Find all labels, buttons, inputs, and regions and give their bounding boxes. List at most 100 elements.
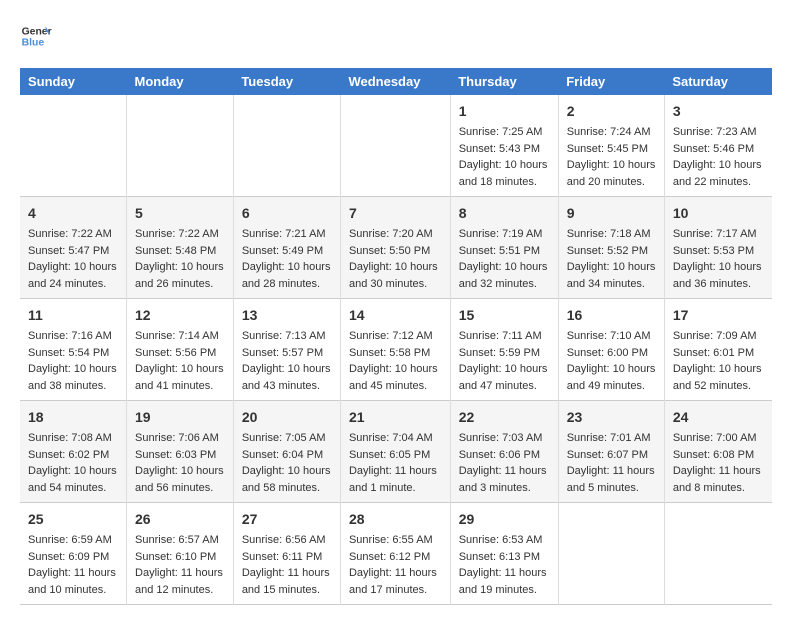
calendar-cell: 19Sunrise: 7:06 AM Sunset: 6:03 PM Dayli… — [127, 401, 234, 503]
day-number: 2 — [567, 101, 656, 122]
calendar-week-row: 18 Sunrise: 7:08 AM Sunset: 6:02 PM Dayli… — [20, 401, 772, 503]
day-info: Sunrise: 7:04 AM Sunset: 6:05 PM Dayligh… — [349, 432, 437, 494]
day-number: 25 — [28, 509, 118, 530]
day-info: Sunrise: 6:53 AM Sunset: 6:13 PM Dayligh… — [459, 534, 547, 596]
day-info: Sunrise: 7:13 AM Sunset: 5:57 PM Dayligh… — [242, 330, 331, 392]
calendar-cell: 8 Sunrise: 7:19 AM Sunset: 5:51 PM Daylig… — [450, 197, 558, 299]
logo-icon: General Blue — [20, 20, 52, 52]
day-number: 21 — [349, 407, 442, 428]
day-number: 29 — [459, 509, 550, 530]
col-header-friday: Friday — [558, 68, 664, 95]
day-number: 20 — [242, 407, 332, 428]
day-info: Sunrise: 7:05 AM Sunset: 6:04 PM Dayligh… — [242, 432, 331, 494]
calendar-cell: 25 Sunrise: 6:59 AM Sunset: 6:09 PM Dayli… — [20, 503, 127, 605]
day-info: Sunrise: 7:22 AM Sunset: 5:47 PM Dayligh… — [28, 228, 117, 290]
calendar-cell: 16Sunrise: 7:10 AM Sunset: 6:00 PM Dayli… — [558, 299, 664, 401]
calendar-week-row: 25 Sunrise: 6:59 AM Sunset: 6:09 PM Dayli… — [20, 503, 772, 605]
day-number: 22 — [459, 407, 550, 428]
day-info: Sunrise: 7:25 AM Sunset: 5:43 PM Dayligh… — [459, 126, 548, 188]
calendar-header-row: SundayMondayTuesdayWednesdayThursdayFrid… — [20, 68, 772, 95]
day-info: Sunrise: 7:24 AM Sunset: 5:45 PM Dayligh… — [567, 126, 656, 188]
calendar-cell: 10 Sunrise: 7:17 AM Sunset: 5:53 PM Dayli… — [664, 197, 772, 299]
day-number: 12 — [135, 305, 225, 326]
calendar-cell — [558, 503, 664, 605]
calendar-week-row: 1Sunrise: 7:25 AM Sunset: 5:43 PM Daylig… — [20, 95, 772, 197]
day-info: Sunrise: 7:09 AM Sunset: 6:01 PM Dayligh… — [673, 330, 762, 392]
calendar-cell: 13 Sunrise: 7:13 AM Sunset: 5:57 PM Dayli… — [233, 299, 340, 401]
day-info: Sunrise: 7:10 AM Sunset: 6:00 PM Dayligh… — [567, 330, 656, 392]
day-info: Sunrise: 7:19 AM Sunset: 5:51 PM Dayligh… — [459, 228, 548, 290]
day-info: Sunrise: 7:18 AM Sunset: 5:52 PM Dayligh… — [567, 228, 656, 290]
calendar-cell: 14 Sunrise: 7:12 AM Sunset: 5:58 PM Dayli… — [340, 299, 450, 401]
day-number: 15 — [459, 305, 550, 326]
day-info: Sunrise: 6:56 AM Sunset: 6:11 PM Dayligh… — [242, 534, 330, 596]
day-number: 13 — [242, 305, 332, 326]
day-number: 5 — [135, 203, 225, 224]
day-info: Sunrise: 7:12 AM Sunset: 5:58 PM Dayligh… — [349, 330, 438, 392]
svg-text:Blue: Blue — [22, 38, 45, 49]
calendar-cell: 28 Sunrise: 6:55 AM Sunset: 6:12 PM Dayli… — [340, 503, 450, 605]
calendar-cell: 15 Sunrise: 7:11 AM Sunset: 5:59 PM Dayli… — [450, 299, 558, 401]
calendar-cell: 21 Sunrise: 7:04 AM Sunset: 6:05 PM Dayli… — [340, 401, 450, 503]
day-info: Sunrise: 7:00 AM Sunset: 6:08 PM Dayligh… — [673, 432, 761, 494]
col-header-saturday: Saturday — [664, 68, 772, 95]
day-info: Sunrise: 7:17 AM Sunset: 5:53 PM Dayligh… — [673, 228, 762, 290]
day-number: 9 — [567, 203, 656, 224]
calendar-cell: 1Sunrise: 7:25 AM Sunset: 5:43 PM Daylig… — [450, 95, 558, 197]
day-info: Sunrise: 6:59 AM Sunset: 6:09 PM Dayligh… — [28, 534, 116, 596]
day-number: 27 — [242, 509, 332, 530]
day-number: 6 — [242, 203, 332, 224]
day-number: 10 — [673, 203, 764, 224]
calendar-cell: 3 Sunrise: 7:23 AM Sunset: 5:46 PM Daylig… — [664, 95, 772, 197]
logo: General Blue — [20, 20, 52, 52]
day-number: 18 — [28, 407, 118, 428]
day-info: Sunrise: 7:06 AM Sunset: 6:03 PM Dayligh… — [135, 432, 224, 494]
day-info: Sunrise: 6:57 AM Sunset: 6:10 PM Dayligh… — [135, 534, 223, 596]
calendar-cell: 5 Sunrise: 7:22 AM Sunset: 5:48 PM Daylig… — [127, 197, 234, 299]
day-number: 17 — [673, 305, 764, 326]
calendar-cell: 22 Sunrise: 7:03 AM Sunset: 6:06 PM Dayli… — [450, 401, 558, 503]
calendar-cell: 23Sunrise: 7:01 AM Sunset: 6:07 PM Dayli… — [558, 401, 664, 503]
calendar-week-row: 11 Sunrise: 7:16 AM Sunset: 5:54 PM Dayli… — [20, 299, 772, 401]
day-info: Sunrise: 6:55 AM Sunset: 6:12 PM Dayligh… — [349, 534, 437, 596]
calendar-cell — [20, 95, 127, 197]
calendar-cell — [340, 95, 450, 197]
calendar-table: SundayMondayTuesdayWednesdayThursdayFrid… — [20, 68, 772, 605]
calendar-cell: 27 Sunrise: 6:56 AM Sunset: 6:11 PM Dayli… — [233, 503, 340, 605]
day-number: 26 — [135, 509, 225, 530]
day-number: 11 — [28, 305, 118, 326]
day-number: 3 — [673, 101, 764, 122]
day-number: 24 — [673, 407, 764, 428]
calendar-cell: 4 Sunrise: 7:22 AM Sunset: 5:47 PM Daylig… — [20, 197, 127, 299]
calendar-cell — [127, 95, 234, 197]
day-info: Sunrise: 7:21 AM Sunset: 5:49 PM Dayligh… — [242, 228, 331, 290]
calendar-cell: 12Sunrise: 7:14 AM Sunset: 5:56 PM Dayli… — [127, 299, 234, 401]
day-number: 14 — [349, 305, 442, 326]
calendar-week-row: 4 Sunrise: 7:22 AM Sunset: 5:47 PM Daylig… — [20, 197, 772, 299]
calendar-cell — [664, 503, 772, 605]
day-number: 4 — [28, 203, 118, 224]
day-info: Sunrise: 7:16 AM Sunset: 5:54 PM Dayligh… — [28, 330, 117, 392]
day-info: Sunrise: 7:08 AM Sunset: 6:02 PM Dayligh… — [28, 432, 117, 494]
day-number: 7 — [349, 203, 442, 224]
calendar-cell: 6 Sunrise: 7:21 AM Sunset: 5:49 PM Daylig… — [233, 197, 340, 299]
col-header-sunday: Sunday — [20, 68, 127, 95]
col-header-wednesday: Wednesday — [340, 68, 450, 95]
day-info: Sunrise: 7:20 AM Sunset: 5:50 PM Dayligh… — [349, 228, 438, 290]
calendar-cell: 26 Sunrise: 6:57 AM Sunset: 6:10 PM Dayli… — [127, 503, 234, 605]
day-info: Sunrise: 7:23 AM Sunset: 5:46 PM Dayligh… — [673, 126, 762, 188]
calendar-cell: 2 Sunrise: 7:24 AM Sunset: 5:45 PM Daylig… — [558, 95, 664, 197]
day-info: Sunrise: 7:01 AM Sunset: 6:07 PM Dayligh… — [567, 432, 655, 494]
calendar-cell: 24 Sunrise: 7:00 AM Sunset: 6:08 PM Dayli… — [664, 401, 772, 503]
calendar-cell — [233, 95, 340, 197]
col-header-thursday: Thursday — [450, 68, 558, 95]
page-header: General Blue — [20, 20, 772, 52]
calendar-cell: 20 Sunrise: 7:05 AM Sunset: 6:04 PM Dayli… — [233, 401, 340, 503]
day-info: Sunrise: 7:03 AM Sunset: 6:06 PM Dayligh… — [459, 432, 547, 494]
day-info: Sunrise: 7:11 AM Sunset: 5:59 PM Dayligh… — [459, 330, 548, 392]
day-number: 8 — [459, 203, 550, 224]
day-number: 28 — [349, 509, 442, 530]
day-info: Sunrise: 7:22 AM Sunset: 5:48 PM Dayligh… — [135, 228, 224, 290]
col-header-tuesday: Tuesday — [233, 68, 340, 95]
calendar-cell: 11 Sunrise: 7:16 AM Sunset: 5:54 PM Dayli… — [20, 299, 127, 401]
